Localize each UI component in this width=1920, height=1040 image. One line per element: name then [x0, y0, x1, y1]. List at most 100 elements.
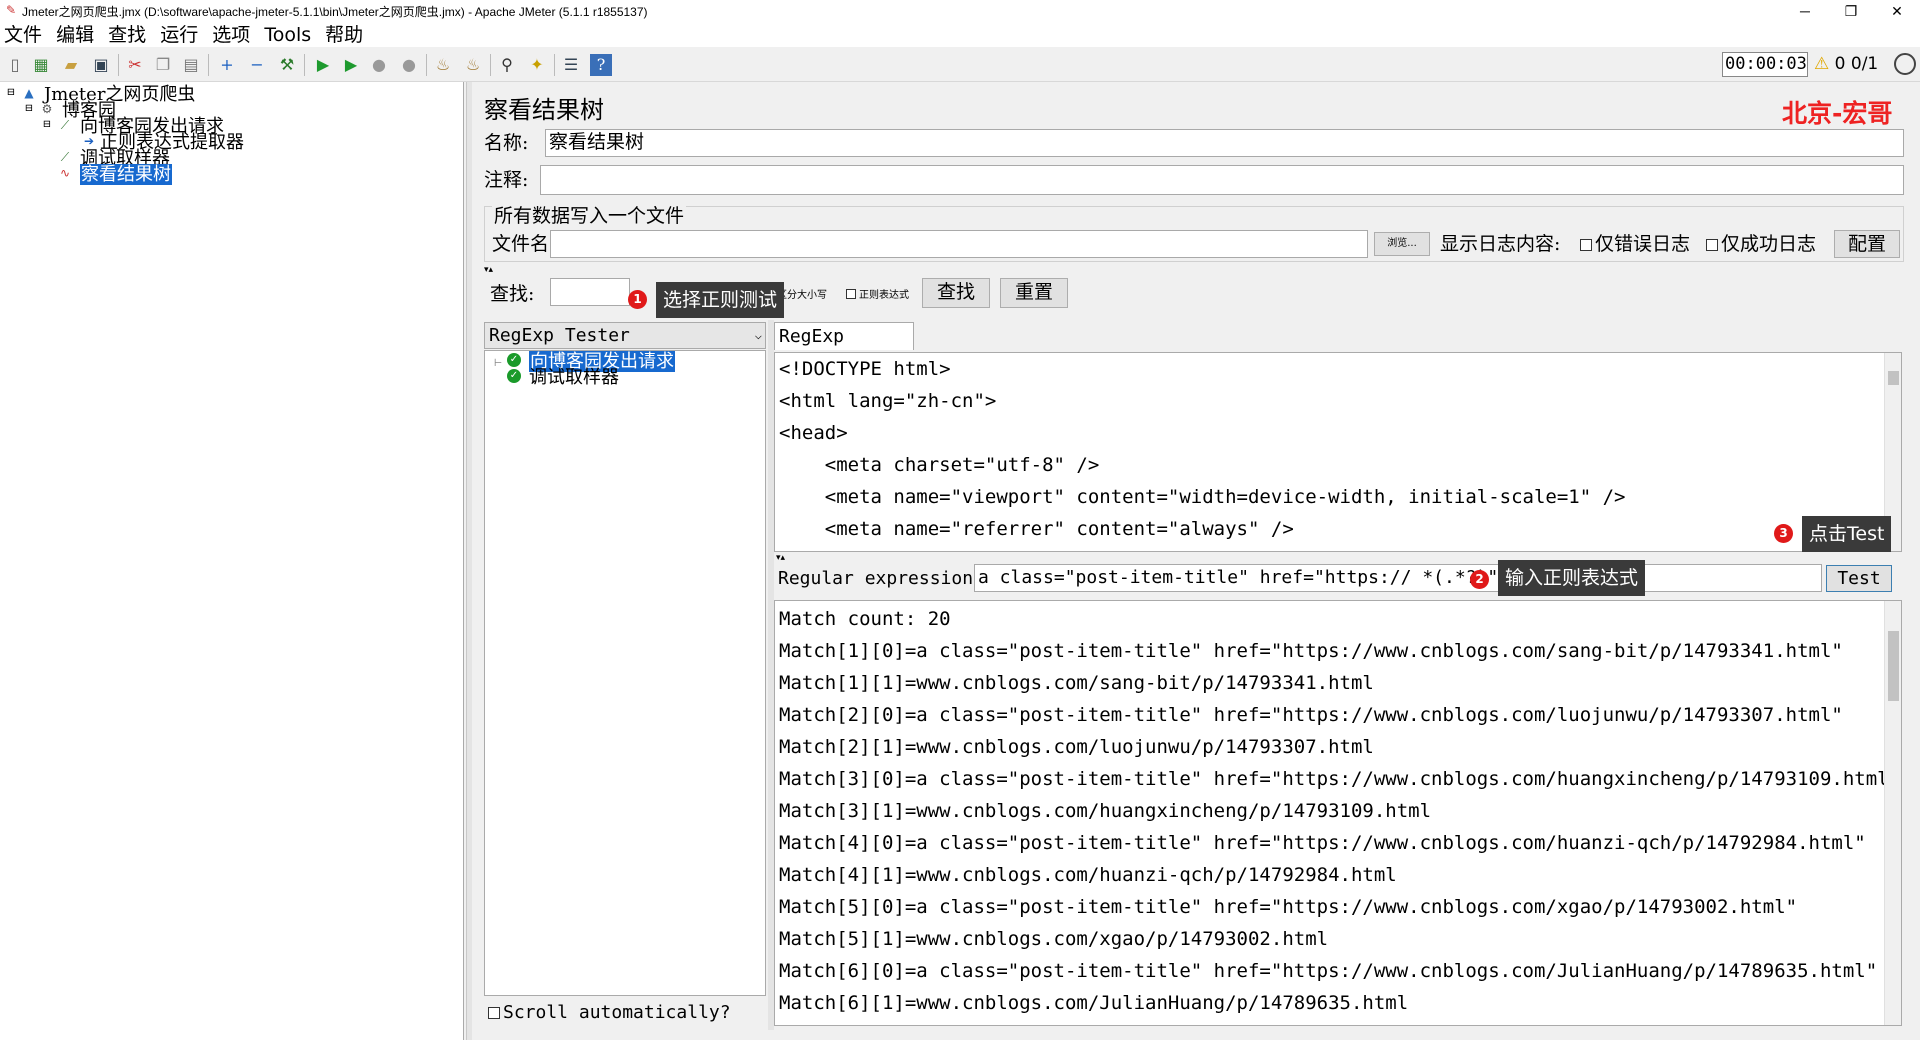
warning-count: 0: [1834, 54, 1846, 74]
help-icon[interactable]: ?: [590, 54, 612, 76]
status-counters: ⚠ 0 0/1: [1814, 52, 1878, 77]
comment-label: 注释:: [484, 169, 529, 191]
tree-node-view-results[interactable]: 察看结果树: [80, 164, 172, 185]
result-line: Match[5][0]=a class="post-item-title" hr…: [779, 896, 1798, 918]
remote-globe-icon[interactable]: [1894, 53, 1916, 75]
save-icon[interactable]: ▣: [90, 54, 112, 76]
result-line: Match count: 20: [779, 608, 951, 630]
reset-button[interactable]: 重置: [1000, 278, 1068, 308]
clear-icon[interactable]: ♨: [432, 54, 454, 76]
cut-icon[interactable]: ✂: [124, 54, 146, 76]
paste-icon[interactable]: ▤: [180, 54, 202, 76]
source-line: <!DOCTYPE html>: [779, 358, 951, 380]
source-line: <meta name="referrer" content="always" /…: [779, 518, 1294, 540]
search-input[interactable]: [550, 278, 630, 306]
result-item[interactable]: 调试取样器: [529, 369, 619, 387]
menu-search[interactable]: 查找: [104, 22, 150, 47]
open-icon[interactable]: ▰: [60, 54, 82, 76]
source-line: <meta name="viewport" content="width=dev…: [779, 486, 1626, 508]
start-icon[interactable]: ▶: [312, 54, 334, 76]
collapse-arrow-icon[interactable]: ▾▴: [484, 266, 493, 275]
tab-regexp-tester[interactable]: RegExp Tester: [774, 322, 914, 375]
clear-all-icon[interactable]: ♨: [462, 54, 484, 76]
chevron-down-icon: ⌵: [754, 328, 762, 342]
source-line: <meta charset="utf-8" />: [779, 454, 1100, 476]
collapse-toggle-icon[interactable]: ⊟: [4, 86, 18, 100]
collapse-icon[interactable]: −: [246, 54, 268, 76]
collapse-toggle-icon[interactable]: ⊟: [40, 118, 54, 132]
gear-icon: ⚙: [41, 102, 53, 116]
scroll-automatically-checkbox[interactable]: Scroll automatically?: [488, 1002, 731, 1024]
sample-result-tree: ⊢ ✓ 向博客园发出请求 ✓ 调试取样器: [484, 350, 766, 996]
function-helper-icon[interactable]: ☰: [560, 54, 582, 76]
step-badge-2: 2: [1470, 570, 1489, 589]
toggle-icon[interactable]: ⚒: [276, 54, 298, 76]
result-line: Match[6][0]=a class="post-item-title" hr…: [779, 960, 1878, 982]
elapsed-timer: 00:00:03: [1722, 52, 1808, 77]
pane-splitter[interactable]: [466, 82, 472, 1040]
match-results: Match count: 20 Match[1][0]=a class="pos…: [774, 600, 1902, 1026]
find-button[interactable]: 查找: [922, 278, 990, 308]
comment-input[interactable]: [540, 165, 1904, 195]
regex-input[interactable]: a class="post-item-title" href="https://…: [974, 564, 1822, 592]
tree-line-icon: ⊢: [493, 358, 503, 369]
stop-icon[interactable]: ●: [368, 54, 390, 76]
minimize-button[interactable]: ─: [1782, 0, 1828, 22]
source-line: <html lang="zh-cn">: [779, 390, 997, 412]
callout-select-regex-tester: 选择正则测试: [656, 282, 785, 318]
copy-icon[interactable]: ❐: [152, 54, 174, 76]
log-label: 显示日志内容:: [1440, 233, 1561, 255]
filename-input[interactable]: [550, 230, 1368, 258]
config-button[interactable]: 配置: [1834, 230, 1900, 258]
result-line: Match[1][1]=www.cnblogs.com/sang-bit/p/1…: [779, 672, 1374, 694]
close-button[interactable]: ✕: [1874, 0, 1920, 22]
source-line: <head>: [779, 422, 848, 444]
pipette-icon: ⟋: [60, 118, 70, 132]
result-line: Match[3][0]=a class="post-item-title" hr…: [779, 768, 1901, 790]
search-label: 查找:: [490, 283, 535, 305]
maximize-button[interactable]: ❐: [1828, 0, 1874, 22]
result-line: Match[2][1]=www.cnblogs.com/luojunwu/p/1…: [779, 736, 1374, 758]
success-check-icon: ✓: [507, 369, 521, 383]
result-line: Match[2][0]=a class="post-item-title" hr…: [779, 704, 1843, 726]
start-no-pause-icon[interactable]: ▶: [340, 54, 362, 76]
result-line: Match[4][1]=www.cnblogs.com/huanzi-qch/p…: [779, 864, 1397, 886]
regex-label: Regular expression:: [778, 568, 984, 589]
test-plan-tree: ⊟ ▲ Jmeter之网页爬虫 ⊟ ⚙ 博客园 ⊟ ⟋ 向博客园发出请求 ➔ 正…: [0, 82, 464, 1040]
watermark-brand: 北京-宏哥: [1782, 99, 1893, 128]
templates-icon[interactable]: ▦: [30, 54, 52, 76]
new-icon[interactable]: ▯: [4, 54, 26, 76]
file-group-title: 所有数据写入一个文件: [492, 204, 687, 228]
name-input[interactable]: 察看结果树: [545, 129, 1904, 157]
menu-options[interactable]: 选项: [208, 22, 254, 47]
reset-search-icon[interactable]: ✦: [526, 54, 548, 76]
success-check-icon: ✓: [507, 353, 521, 367]
toolbar: ▯ ▦ ▰ ▣ ✂ ❐ ▤ + − ⚒ ▶ ▶ ● ● ♨ ♨ ⚲ ✦ ☰ ?: [0, 48, 1920, 82]
search-binoculars-icon[interactable]: ⚲: [496, 54, 518, 76]
filename-label: 文件名: [492, 233, 550, 255]
menu-run[interactable]: 运行: [156, 22, 202, 47]
pipette-icon: ⟋: [60, 150, 70, 164]
menu-help[interactable]: 帮助: [321, 22, 367, 47]
browse-button[interactable]: 浏览...: [1374, 232, 1430, 256]
testplan-icon: ▲: [24, 86, 34, 100]
step-badge-3: 3: [1774, 524, 1793, 543]
menu-tools[interactable]: Tools: [260, 22, 315, 47]
shutdown-icon[interactable]: ●: [398, 54, 420, 76]
renderer-select[interactable]: RegExp Tester ⌵: [484, 322, 766, 349]
menu-file[interactable]: 文件: [0, 22, 46, 47]
collapse-toggle-icon[interactable]: ⊟: [22, 102, 36, 116]
regex-checkbox[interactable]: 正则表达式: [846, 284, 909, 308]
window-title: Jmeter之网页爬虫.jmx (D:\software\apache-jmet…: [22, 5, 648, 19]
collapse-arrow-icon[interactable]: ▾▴: [776, 554, 785, 563]
chart-icon: ∿: [59, 166, 71, 180]
success-only-checkbox[interactable]: 仅成功日志: [1706, 232, 1816, 256]
response-source: <!DOCTYPE html> <html lang="zh-cn"> <hea…: [774, 352, 1902, 552]
menu-edit[interactable]: 编辑: [52, 22, 98, 47]
warning-icon[interactable]: ⚠: [1814, 54, 1829, 74]
test-button[interactable]: Test: [1826, 565, 1892, 592]
expand-icon[interactable]: +: [216, 54, 238, 76]
results-scrollbar[interactable]: [1884, 601, 1901, 1025]
errors-only-checkbox[interactable]: 仅错误日志: [1580, 232, 1690, 256]
panel-title: 察看结果树: [484, 96, 604, 124]
